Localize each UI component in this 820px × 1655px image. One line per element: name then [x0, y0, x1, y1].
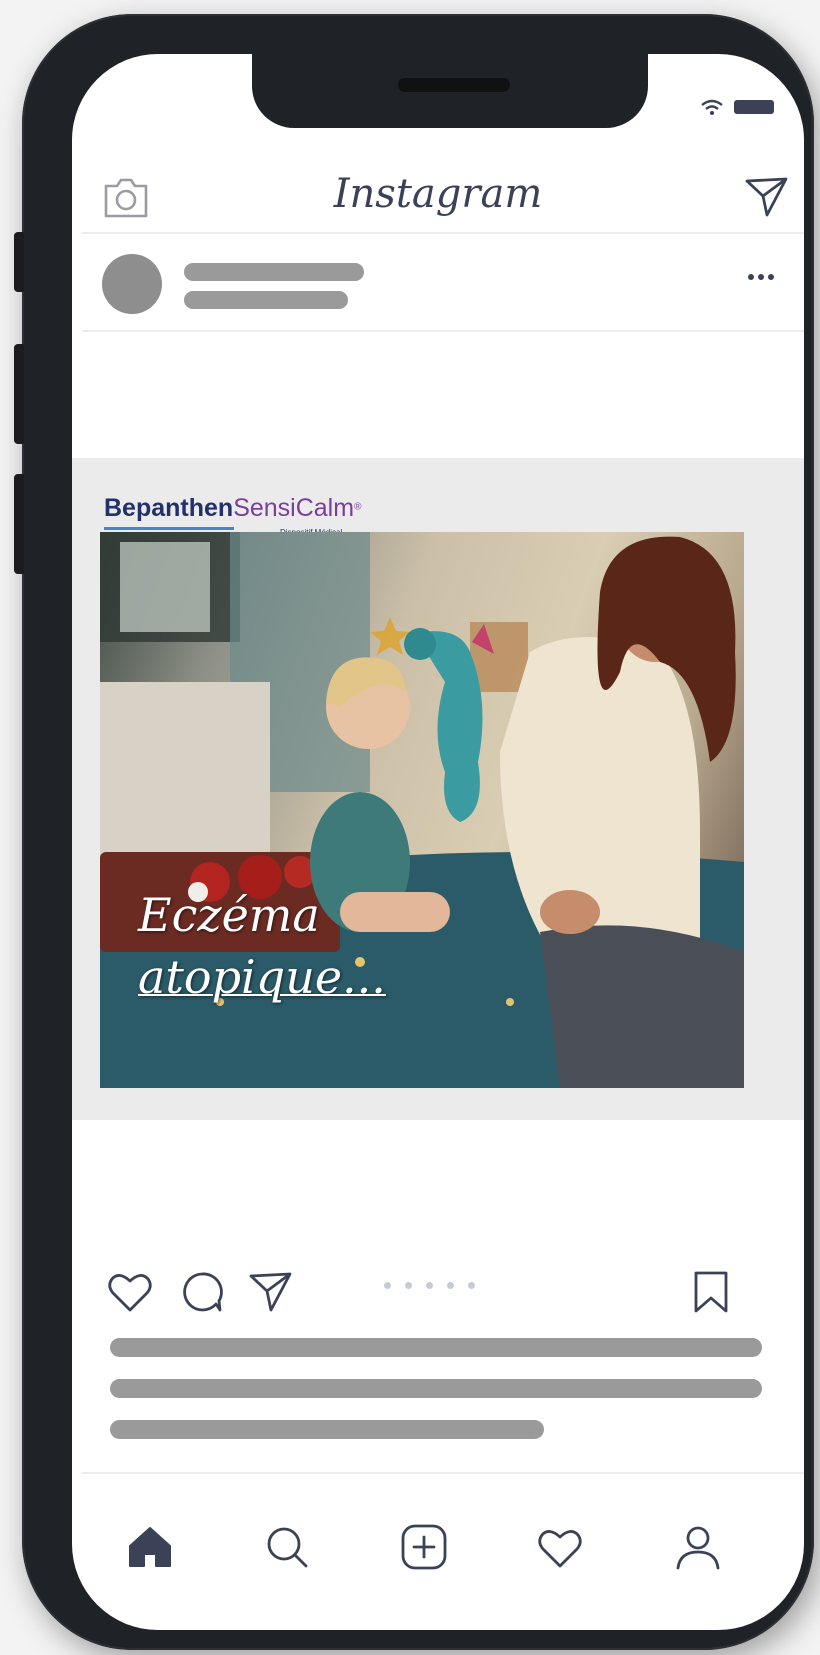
comment-icon[interactable] [180, 1270, 224, 1314]
home-icon[interactable] [126, 1524, 174, 1570]
share-icon[interactable] [248, 1270, 294, 1314]
caption-line-2: atopique... [138, 950, 386, 1004]
heart-icon[interactable] [106, 1270, 154, 1314]
brand-registered: ® [354, 501, 362, 513]
comments-placeholder [110, 1420, 544, 1439]
carousel-dot [405, 1282, 412, 1289]
bookmark-icon[interactable] [692, 1270, 730, 1314]
carousel-dot [384, 1282, 391, 1289]
phone-screen: Instagram BepanthenSensiCalm® Dispositif… [72, 54, 804, 1630]
carousel-dot [426, 1282, 433, 1289]
post-actions [72, 1264, 804, 1324]
brand-logo: BepanthenSensiCalm® Dispositif Médical [104, 494, 362, 537]
divider [82, 232, 804, 234]
app-title: Instagram [333, 171, 543, 217]
add-post-icon[interactable] [400, 1522, 448, 1572]
caption-placeholder [110, 1379, 762, 1398]
post-caption: Eczéma atopique... [138, 884, 386, 1008]
avatar[interactable] [102, 254, 162, 314]
location-placeholder [184, 291, 348, 309]
send-icon[interactable] [744, 175, 790, 219]
phone-frame: Instagram BepanthenSensiCalm® Dispositif… [14, 14, 814, 1650]
wifi-icon [701, 99, 723, 115]
likes-placeholder [110, 1338, 762, 1357]
mute-switch [14, 232, 24, 292]
app-header: Instagram [72, 149, 804, 249]
battery-icon [734, 100, 774, 114]
speaker [398, 78, 510, 92]
divider [82, 330, 804, 332]
post-photo[interactable]: Eczéma atopique... [100, 532, 744, 1088]
volume-down-button [14, 474, 24, 574]
caption-line-1: Eczéma [138, 888, 320, 942]
carousel-dot [468, 1282, 475, 1289]
brand-underline [104, 527, 234, 530]
more-icon[interactable] [746, 272, 776, 282]
profile-icon[interactable] [674, 1522, 722, 1572]
volume-up-button [14, 344, 24, 444]
carousel-dot [447, 1282, 454, 1289]
username-placeholder [184, 263, 364, 281]
brand-product: SensiCalm [233, 494, 355, 522]
search-icon[interactable] [264, 1524, 310, 1570]
brand-name: Bepanthen [104, 494, 234, 522]
divider [82, 1472, 804, 1474]
activity-icon[interactable] [536, 1526, 584, 1570]
carousel-pagination [384, 1282, 475, 1289]
bottom-nav [72, 1514, 804, 1584]
status-bar [700, 98, 774, 116]
notch [252, 54, 648, 128]
